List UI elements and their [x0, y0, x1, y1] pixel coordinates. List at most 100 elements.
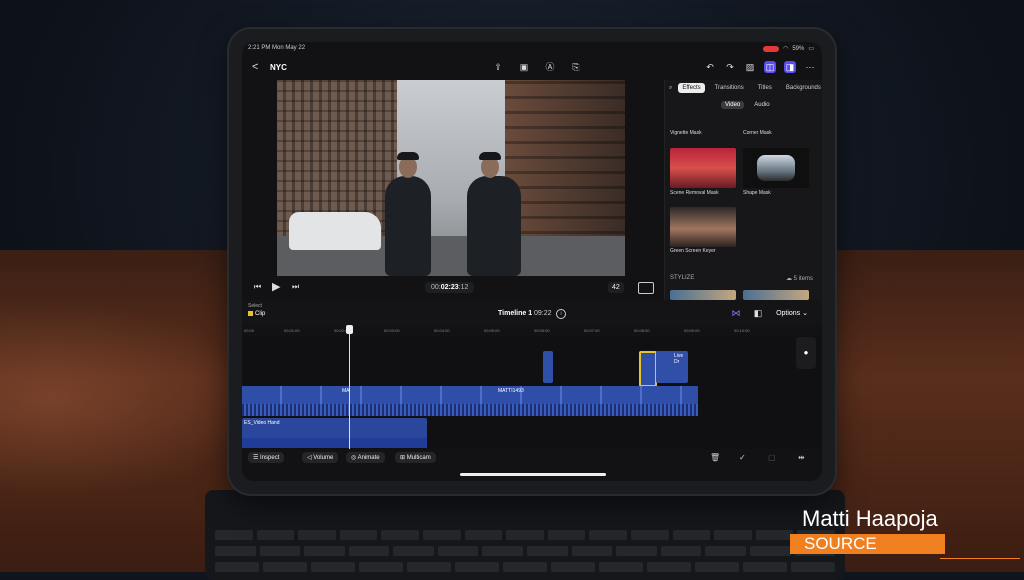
animate-button[interactable]: ◎ Animate [346, 452, 385, 463]
camera-icon[interactable]: ▣ [518, 61, 530, 73]
audio-clip-lower[interactable] [242, 438, 427, 448]
browser-subtabs: Video Audio [721, 101, 774, 109]
zoom-level[interactable]: 42 [608, 282, 624, 293]
skip-forward-icon[interactable]: ⏭ [292, 282, 299, 292]
animate-icon: ◎ [351, 455, 358, 461]
clip-appearance-icon[interactable]: ◧ [752, 307, 764, 319]
video-viewer[interactable] [277, 80, 625, 276]
browser-tabs: ⌕ Effects Transitions Titles Backgrounds [669, 83, 822, 93]
ipad-device: 2:21 PM Mon May 22 ◠ 59% ▭ < NYC ⇪ ▣ Ⓐ ⎘… [229, 29, 835, 494]
select-label: Select [248, 303, 262, 309]
tab-effects[interactable]: Effects [678, 83, 705, 93]
lower-third-name: Matti Haapoja [802, 506, 938, 531]
snapping-icon[interactable]: ⋈ [730, 307, 742, 319]
effect-green-screen-keyer[interactable]: Green Screen Keyer [670, 248, 716, 254]
ruler-tick: 00:09:00 [684, 328, 700, 333]
subtab-audio[interactable]: Audio [750, 101, 773, 109]
connected-clip[interactable] [543, 351, 553, 383]
recording-indicator [763, 45, 780, 52]
status-time: 2:21 PM Mon May 22 [248, 45, 306, 51]
cloud-icon: ☁ [785, 276, 794, 282]
multicam-icon: ⊞ [400, 455, 407, 461]
viewer-person-left [385, 152, 431, 276]
thumb-stylize-1[interactable] [670, 290, 736, 300]
section-stylize: STYLIZE [670, 275, 695, 281]
top-toolbar: < NYC ⇪ ▣ Ⓐ ⎘ ↶ ↷ ▨ ◫ ◨ ⋯ [242, 58, 822, 80]
lower-third-source: SOURCE [804, 534, 877, 553]
viewer-person-right [467, 152, 521, 276]
inspect-button[interactable]: ☰ Inspect [248, 452, 285, 463]
playhead-handle[interactable] [346, 325, 353, 334]
ruler-tick: 00:01:00 [284, 328, 300, 333]
skip-back-icon[interactable]: ⏮ [254, 282, 261, 292]
ruler-tick: 00:05:00 [484, 328, 500, 333]
bottom-toolbar: ☰ Inspect ◁ Volume ◎ Animate ⊞ Multicam … [242, 449, 822, 469]
clip-chip-icon [248, 311, 253, 316]
desk-glare [0, 300, 260, 500]
primary-clip-label: MATTI1493 [498, 388, 524, 394]
voiceover-mic-icon[interactable]: ● [796, 337, 816, 369]
ruler-tick: 00:06:00 [534, 328, 550, 333]
battery-icon: ▭ [808, 46, 814, 52]
tab-transitions[interactable]: Transitions [711, 83, 748, 93]
thumb-scene-removal[interactable] [670, 148, 736, 188]
ruler-tick: 00:07:00 [584, 328, 600, 333]
effect-corner-mask[interactable]: Corner Mask [743, 130, 772, 136]
delete-icon[interactable]: 🗑 [710, 453, 720, 462]
primary-storyline[interactable] [242, 386, 698, 416]
info-icon[interactable]: i [556, 309, 566, 319]
tab-backgrounds[interactable]: Backgrounds [782, 83, 822, 93]
inspector-icon[interactable]: ◨ [784, 61, 796, 73]
wifi-icon: ◠ [783, 46, 789, 52]
subtab-video[interactable]: Video [721, 101, 745, 109]
timeline-title: Timeline 1 [498, 310, 533, 317]
photos-icon[interactable]: ▨ [744, 61, 756, 73]
audio-clip-label: ES_Video Hand [244, 420, 280, 426]
detach-icon[interactable]: ▢ [768, 453, 776, 462]
browser-search-icon[interactable]: ⌕ [669, 85, 672, 92]
ruler-tick: 00:04:00 [434, 328, 450, 333]
undo-icon[interactable]: ↶ [704, 61, 716, 73]
thumb-shape-mask[interactable] [743, 148, 809, 188]
battery-level: 59% [792, 45, 805, 52]
timeline-ruler: 00:00 00:01:00 00:02:00 00:03:00 00:04:0… [242, 326, 790, 336]
select-mode-clip[interactable]: Clip [248, 311, 265, 317]
thumb-stylize-2[interactable] [743, 290, 809, 300]
connected-clip-selected[interactable] [639, 351, 657, 387]
connected-clip-live[interactable]: Live Dr [656, 351, 688, 383]
voiceover-icon[interactable]: Ⓐ [544, 61, 556, 73]
ipad-screen: 2:21 PM Mon May 22 ◠ 59% ▭ < NYC ⇪ ▣ Ⓐ ⎘… [242, 42, 822, 481]
effect-scene-removal-mask[interactable]: Scene Removal Mask [670, 190, 719, 196]
options-menu[interactable]: Options ⌄ [776, 309, 808, 317]
multicam-button[interactable]: ⊞ Multicam [395, 452, 436, 463]
transport-bar: ⏮ ▶ ⏭ 00:02:23:12 42 [242, 279, 664, 299]
browser-icon[interactable]: ◫ [764, 61, 776, 73]
viewer-van [289, 212, 381, 250]
lower-third-line [940, 558, 1020, 559]
checkmark-icon[interactable]: ✓ [739, 453, 746, 462]
effect-vignette-mask[interactable]: Vignette Mask [670, 130, 702, 136]
connected-clip-label: Live Dr [674, 353, 684, 365]
ruler-tick: 00:10:00 [734, 328, 750, 333]
more-icon[interactable]: ⋯ [804, 61, 816, 73]
aspect-icon[interactable] [638, 282, 654, 294]
inspect-icon: ☰ [253, 455, 261, 461]
section-item-count-value: 5 items [793, 276, 813, 282]
ruler-tick: 00:03:00 [384, 328, 400, 333]
redo-icon[interactable]: ↷ [724, 61, 736, 73]
thumb-green-screen[interactable] [670, 207, 736, 247]
play-icon[interactable]: ▶ [272, 280, 280, 293]
effects-browser: ⌕ Effects Transitions Titles Backgrounds… [664, 80, 822, 300]
status-bar: 2:21 PM Mon May 22 ◠ 59% ▭ [242, 42, 822, 58]
share-icon[interactable]: ⎘ [570, 61, 582, 73]
home-indicator[interactable] [460, 473, 606, 476]
section-item-count: ☁ 5 items [786, 275, 813, 282]
back-button[interactable]: < [252, 61, 258, 73]
tab-titles[interactable]: Titles [754, 83, 776, 93]
timecode-display: 00:02:23:12 [425, 282, 475, 293]
timeline-header: Select Clip Timeline 1 09:22 i ⋈ ◧ Optio… [242, 300, 822, 326]
split-icon[interactable]: ⇹ [798, 453, 805, 462]
volume-button[interactable]: ◁ Volume [302, 452, 339, 463]
export-icon[interactable]: ⇪ [492, 61, 504, 73]
effect-shape-mask[interactable]: Shape Mask [743, 190, 771, 196]
